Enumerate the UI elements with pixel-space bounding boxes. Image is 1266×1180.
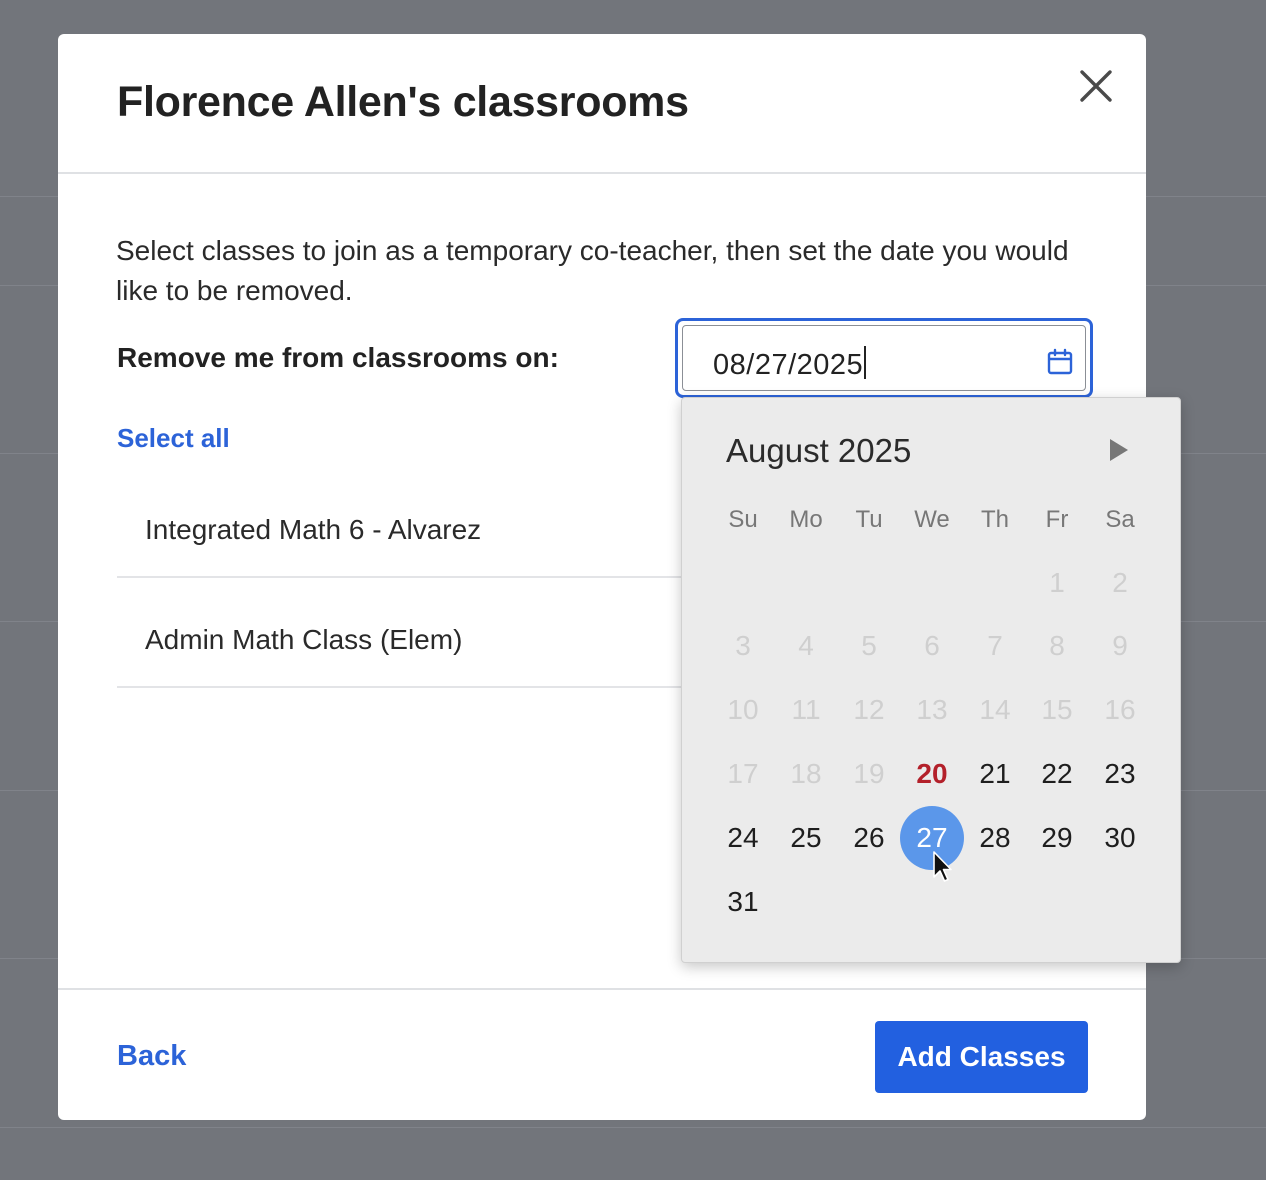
text-caret xyxy=(864,346,867,379)
calendar-day: 18 xyxy=(790,758,822,789)
class-name: Integrated Math 6 - Alvarez xyxy=(145,514,482,545)
dialog-title: Florence Allen's classrooms xyxy=(117,78,689,126)
calendar-day: 6 xyxy=(924,630,940,661)
calendar-icon[interactable] xyxy=(1045,347,1075,377)
calendar-day: 9 xyxy=(1112,630,1128,661)
dialog-header: Florence Allen's classrooms xyxy=(58,34,1146,174)
date-input-value: 08/27/2025 xyxy=(713,346,867,382)
calendar-day[interactable]: 22 xyxy=(1027,744,1087,804)
calendar-day: 11 xyxy=(791,694,821,725)
calendar-day: 10 xyxy=(727,694,759,725)
calendar-day[interactable]: 31 xyxy=(713,872,773,932)
calendar-day: 2 xyxy=(1112,567,1128,598)
calendar-day: 5 xyxy=(861,630,877,661)
remove-date-label: Remove me from classrooms on: xyxy=(117,342,559,373)
calendar-day: 12 xyxy=(853,694,885,725)
close-button[interactable] xyxy=(1076,66,1116,106)
weekday-label: Tu xyxy=(855,506,883,533)
weekday-label: Su xyxy=(728,506,758,533)
calendar-day[interactable]: 30 xyxy=(1090,808,1150,868)
calendar-day[interactable]: 21 xyxy=(965,744,1025,804)
next-month-button[interactable] xyxy=(1106,438,1130,462)
calendar-day: 3 xyxy=(735,630,751,661)
calendar-month-label: August 2025 xyxy=(726,432,912,469)
date-picker-popup: August 2025 Su Mo Tu We Th Fr Sa 1 2 3 4 5 6 7 8 9 10 11… xyxy=(681,397,1181,963)
weekday-label: Sa xyxy=(1105,506,1135,533)
calendar-day[interactable]: 26 xyxy=(839,808,899,868)
calendar-day: 4 xyxy=(798,630,814,661)
calendar-day: 17 xyxy=(727,758,759,789)
backdrop-line xyxy=(0,1127,1266,1128)
calendar-day[interactable]: 25 xyxy=(776,808,836,868)
weekday-label: We xyxy=(914,506,950,533)
class-name: Admin Math Class (Elem) xyxy=(145,624,463,655)
calendar-day: 7 xyxy=(987,630,1003,661)
close-icon xyxy=(1080,70,1112,102)
calendar-day: 16 xyxy=(1104,694,1136,725)
class-row[interactable]: Integrated Math 6 - Alvarez xyxy=(117,468,697,578)
calendar-day[interactable]: 20 xyxy=(902,744,962,804)
back-button[interactable]: Back xyxy=(117,1040,186,1073)
class-row[interactable]: Admin Math Class (Elem) xyxy=(117,578,697,688)
calendar-day: 8 xyxy=(1049,630,1065,661)
calendar-day: 19 xyxy=(853,758,885,789)
calendar-day: 15 xyxy=(1041,694,1073,725)
weekday-label: Th xyxy=(980,506,1009,533)
calendar-day[interactable]: 23 xyxy=(1090,744,1150,804)
add-classes-button[interactable]: Add Classes xyxy=(875,1021,1088,1093)
weekday-label: Fr xyxy=(1045,506,1069,533)
calendar-day[interactable]: 28 xyxy=(965,808,1025,868)
calendar-day-selected[interactable]: 27 xyxy=(900,806,964,870)
calendar-day: 14 xyxy=(979,694,1011,725)
calendar-day: 1 xyxy=(1049,567,1065,598)
calendar-day: 13 xyxy=(916,694,948,725)
calendar-day[interactable]: 29 xyxy=(1027,808,1087,868)
date-text: 08/27/2025 xyxy=(713,349,864,381)
select-all-link[interactable]: Select all xyxy=(117,423,230,454)
weekday-label: Mo xyxy=(789,506,823,533)
remove-date-field[interactable]: 08/27/2025 xyxy=(675,318,1093,398)
date-input[interactable]: 08/27/2025 xyxy=(682,325,1086,391)
calendar-day[interactable]: 24 xyxy=(713,808,773,868)
dialog-footer: Back Add Classes xyxy=(58,988,1146,1120)
chevron-right-icon xyxy=(1110,439,1128,461)
dialog-description: Select classes to join as a temporary co… xyxy=(116,235,1069,306)
